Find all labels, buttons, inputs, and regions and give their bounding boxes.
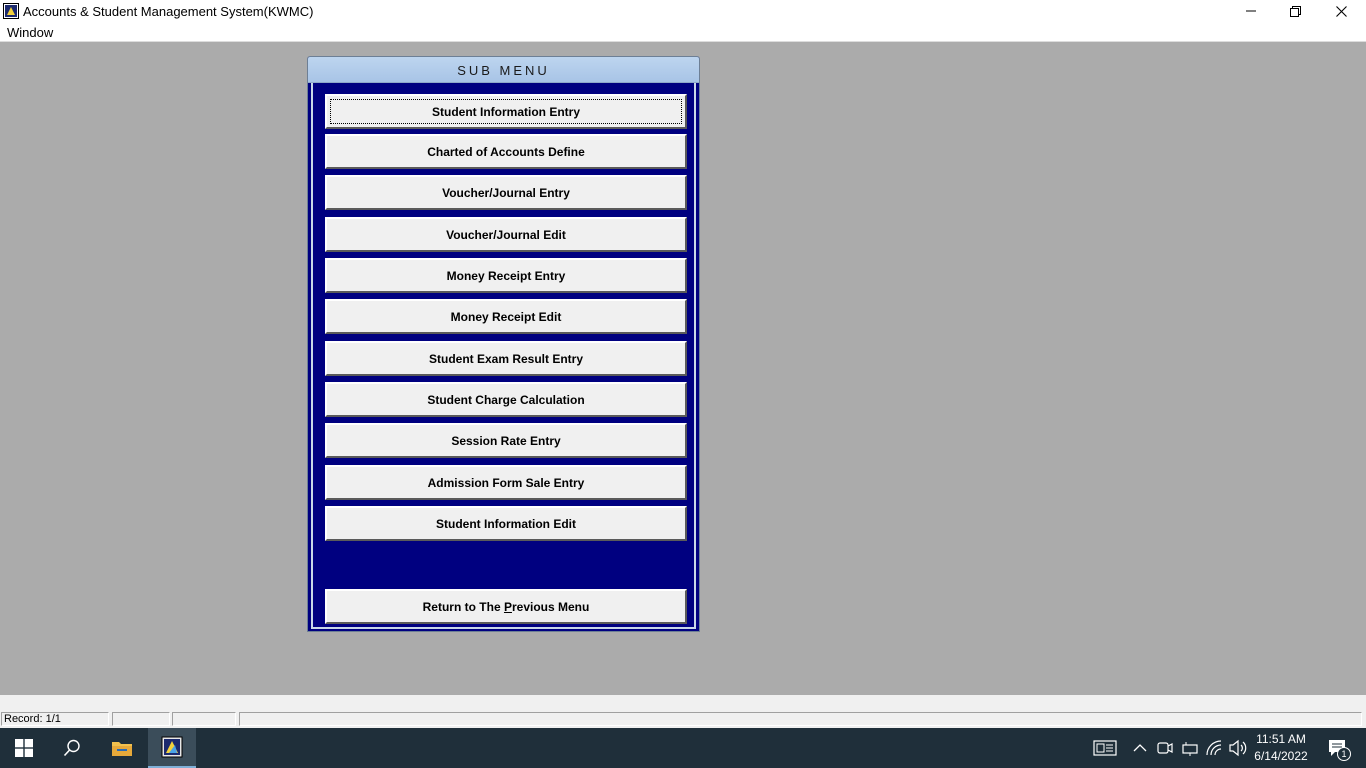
taskbar-clock[interactable]: 11:51 AM 6/14/2022 <box>1253 731 1309 765</box>
file-explorer-button[interactable] <box>98 728 146 768</box>
session-rate-entry-button[interactable]: Session Rate Entry <box>325 423 687 458</box>
return-label-post: revious Menu <box>511 599 590 614</box>
money-receipt-entry-button[interactable]: Money Receipt Entry <box>325 258 687 293</box>
return-label-accel: P <box>503 599 512 614</box>
search-icon <box>63 739 80 757</box>
submenu-window: SUB MENU Student Information Entry Chart… <box>307 56 700 632</box>
wifi-icon[interactable] <box>1205 739 1223 757</box>
restore-button[interactable] <box>1272 0 1318 22</box>
student-exam-result-entry-button[interactable]: Student Exam Result Entry <box>325 341 687 376</box>
charted-of-accounts-define-button[interactable]: Charted of Accounts Define <box>325 134 687 169</box>
voucher-journal-edit-button[interactable]: Voucher/Journal Edit <box>325 217 687 252</box>
minimize-icon <box>1246 10 1256 12</box>
voucher-journal-entry-button[interactable]: Voucher/Journal Entry <box>325 175 687 210</box>
minimize-button[interactable] <box>1228 0 1274 22</box>
notification-center-button[interactable]: 1 <box>1318 728 1358 768</box>
taskbar: 11:51 AM 6/14/2022 1 <box>0 728 1366 768</box>
meet-now-icon[interactable] <box>1157 739 1173 757</box>
restore-icon <box>1289 5 1301 17</box>
windows-start-icon <box>15 739 33 757</box>
status-panel-2 <box>112 712 170 726</box>
start-button[interactable] <box>0 728 48 768</box>
student-information-entry-button[interactable]: Student Information Entry <box>325 94 687 129</box>
clock-date: 6/14/2022 <box>1254 749 1308 763</box>
notification-badge: 1 <box>1337 747 1351 761</box>
title-bar: Accounts & Student Management System(KWM… <box>0 0 1366 22</box>
kwmc-app-icon <box>161 736 183 758</box>
chevron-up-icon[interactable] <box>1133 741 1147 755</box>
student-information-edit-button[interactable]: Student Information Edit <box>325 506 687 541</box>
search-button[interactable] <box>48 728 96 768</box>
return-label-pre: Return to The <box>422 599 504 614</box>
menu-bar: Window <box>0 22 1366 42</box>
network-icon[interactable] <box>1181 739 1199 757</box>
kwmc-app-taskbar-button[interactable] <box>148 728 196 768</box>
clock-time: 11:51 AM <box>1256 732 1306 746</box>
close-icon <box>1335 5 1347 17</box>
app-icon <box>3 3 19 19</box>
money-receipt-edit-button[interactable]: Money Receipt Edit <box>325 299 687 334</box>
news-widget-icon[interactable] <box>1093 738 1117 758</box>
volume-icon[interactable] <box>1228 739 1248 757</box>
status-panel-4 <box>239 712 1362 726</box>
close-button[interactable] <box>1318 0 1364 22</box>
status-panel-3 <box>172 712 236 726</box>
status-bar: Record: 1/1 <box>0 695 1366 728</box>
submenu-title-bar[interactable]: SUB MENU <box>308 57 699 83</box>
menu-window[interactable]: Window <box>7 25 53 40</box>
status-record: Record: 1/1 <box>1 712 109 726</box>
window-title: Accounts & Student Management System(KWM… <box>23 4 314 19</box>
student-charge-calculation-button[interactable]: Student Charge Calculation <box>325 382 687 417</box>
admission-form-sale-entry-button[interactable]: Admission Form Sale Entry <box>325 465 687 500</box>
return-previous-menu-button[interactable]: Return to The Previous Menu <box>325 589 687 624</box>
submenu-title: SUB MENU <box>457 63 550 78</box>
file-explorer-icon <box>112 742 132 756</box>
